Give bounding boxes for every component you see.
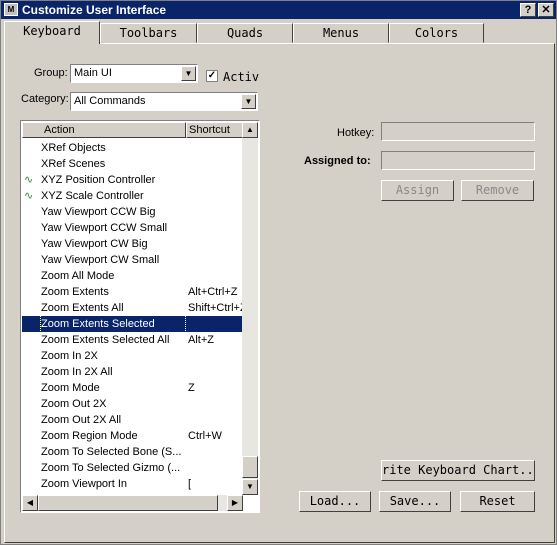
category-dropdown[interactable]: All Commands ▼ <box>70 92 258 111</box>
group-label: Group: <box>34 67 68 79</box>
window-title: Customize User Interface <box>22 3 167 17</box>
shortcut-value: Ctrl+W <box>188 430 222 442</box>
column-header-shortcut[interactable]: Shortcut <box>186 122 244 138</box>
tab-quads[interactable]: Quads <box>197 23 293 43</box>
list-item[interactable]: Zoom Extents Selected All Alt+Z <box>22 332 244 348</box>
list-item[interactable]: Yaw Viewport CCW Big <box>22 204 244 220</box>
list-item[interactable]: Zoom Extents Alt+Ctrl+Z <box>22 284 244 300</box>
tab-keyboard[interactable]: Keyboard <box>4 21 100 44</box>
action-name: Zoom Out 2X <box>41 398 107 410</box>
scroll-up-button[interactable]: ▲ <box>242 122 258 138</box>
action-name: XYZ Position Controller <box>41 174 156 186</box>
action-list[interactable]: Action Shortcut XRef Objects XRef Scenes ∿… <box>20 120 260 513</box>
shortcut-value: [ <box>188 478 192 490</box>
list-item[interactable]: Zoom Out 2X <box>22 396 244 412</box>
action-name: Zoom Extents <box>41 286 109 298</box>
remove-button[interactable]: Remove <box>461 180 534 201</box>
action-name: Zoom Viewport In <box>41 478 128 490</box>
action-name: XYZ Scale Controller <box>41 190 144 202</box>
write-keyboard-chart-button[interactable]: rite Keyboard Chart... <box>381 460 535 481</box>
list-item[interactable]: Zoom Extents All Shift+Ctrl+Z <box>22 300 244 316</box>
list-item[interactable]: Zoom In 2X <box>22 348 244 364</box>
action-name: Yaw Viewport CW Small <box>41 254 160 266</box>
reset-button[interactable]: Reset <box>460 491 535 512</box>
action-name: Yaw Viewport CW Big <box>41 238 148 250</box>
title-bar[interactable]: M Customize User Interface ? ✕ <box>1 1 556 19</box>
action-name: Yaw Viewport CCW Small <box>41 222 168 234</box>
scroll-right-button[interactable]: ▶ <box>227 495 243 511</box>
chevron-down-icon[interactable]: ▼ <box>181 66 196 81</box>
list-item[interactable]: Yaw Viewport CW Big <box>22 236 244 252</box>
action-name: XRef Objects <box>41 142 106 154</box>
tab-toolbars[interactable]: Toolbars <box>100 23 197 43</box>
close-button[interactable]: ✕ <box>538 3 554 17</box>
list-item[interactable]: Zoom Extents Selected <box>22 315 244 333</box>
controller-icon: ∿ <box>24 190 34 202</box>
list-item[interactable]: Zoom In 2X All <box>22 364 244 380</box>
list-item[interactable]: Yaw Viewport CW Small <box>22 252 244 268</box>
assigned-to-field <box>381 151 535 170</box>
action-name: XRef Scenes <box>41 158 106 170</box>
shortcut-value: Alt+Ctrl+Z <box>188 286 238 298</box>
list-item[interactable]: Zoom Mode Z <box>22 380 244 396</box>
list-item[interactable]: Zoom To Selected Gizmo (... <box>22 460 244 476</box>
action-name: Zoom Out 2X All <box>41 414 122 426</box>
action-name: Zoom To Selected Bone (S... <box>41 446 182 458</box>
hotkey-label: Hotkey: <box>337 127 375 139</box>
tab-colors[interactable]: Colors <box>389 23 484 43</box>
list-item[interactable]: ∿ XYZ Position Controller <box>22 172 244 188</box>
list-item[interactable]: ∿ XYZ Scale Controller <box>22 188 244 204</box>
action-name: Zoom Region Mode <box>41 430 138 442</box>
list-item[interactable]: Zoom To Selected Bone (S... <box>22 444 244 460</box>
app-icon: M <box>4 3 18 16</box>
horizontal-scrollbar[interactable]: ◀ ▶ <box>22 495 243 511</box>
controller-icon: ∿ <box>24 174 34 186</box>
category-label: Category: <box>21 93 69 105</box>
customize-ui-dialog: M Customize User Interface ? ✕ Keyboard … <box>0 0 557 545</box>
action-rows: XRef Objects XRef Scenes ∿ XYZ Position Con… <box>22 140 244 495</box>
column-header-action[interactable]: Action <box>22 122 186 138</box>
assign-button[interactable]: Assign <box>381 180 454 201</box>
action-name: Zoom Extents All <box>41 302 124 314</box>
hotkey-field[interactable] <box>381 122 535 141</box>
scroll-thumb[interactable] <box>242 456 258 478</box>
action-name: Yaw Viewport CCW Big <box>41 206 156 218</box>
horizontal-scroll-thumb[interactable] <box>38 495 218 511</box>
action-name: Zoom Extents Selected <box>40 315 186 333</box>
action-name: Zoom In 2X <box>41 350 98 362</box>
list-item[interactable]: Zoom Region Mode Ctrl+W <box>22 428 244 444</box>
tab-strip: Keyboard Toolbars Quads Menus Colors <box>4 21 556 44</box>
load-button[interactable]: Load... <box>299 491 371 512</box>
list-item[interactable]: Yaw Viewport CCW Small <box>22 220 244 236</box>
active-checkbox[interactable]: ✓ <box>206 70 218 82</box>
list-item[interactable]: XRef Scenes <box>22 156 244 172</box>
list-item[interactable]: Zoom All Mode <box>22 268 244 284</box>
group-dropdown[interactable]: Main UI ▼ <box>70 64 198 83</box>
shortcut-value: Alt+Z <box>188 334 214 346</box>
assigned-to-label: Assigned to: <box>304 155 371 167</box>
vertical-scrollbar[interactable]: ▲ ▼ <box>242 122 258 495</box>
list-item[interactable]: Zoom Out 2X All <box>22 412 244 428</box>
shortcut-value: Shift+Ctrl+Z <box>188 302 244 314</box>
scroll-down-button[interactable]: ▼ <box>242 479 258 495</box>
action-name: Zoom All Mode <box>41 270 115 282</box>
action-name: Zoom In 2X All <box>41 366 113 378</box>
chevron-down-icon[interactable]: ▼ <box>241 94 256 109</box>
list-item[interactable]: Zoom Viewport In [ <box>22 476 244 492</box>
action-name: Zoom To Selected Gizmo (... <box>41 462 181 474</box>
action-name: Zoom Extents Selected All <box>41 334 170 346</box>
group-value: Main UI <box>74 67 112 79</box>
scroll-left-button[interactable]: ◀ <box>22 495 38 511</box>
list-item[interactable]: XRef Objects <box>22 140 244 156</box>
category-value: All Commands <box>74 95 146 107</box>
shortcut-value: Z <box>188 382 195 394</box>
help-button[interactable]: ? <box>520 3 536 17</box>
tab-menus[interactable]: Menus <box>293 23 389 43</box>
active-label: Activ <box>223 70 260 84</box>
save-button[interactable]: Save... <box>379 491 451 512</box>
action-name: Zoom Mode <box>41 382 100 394</box>
